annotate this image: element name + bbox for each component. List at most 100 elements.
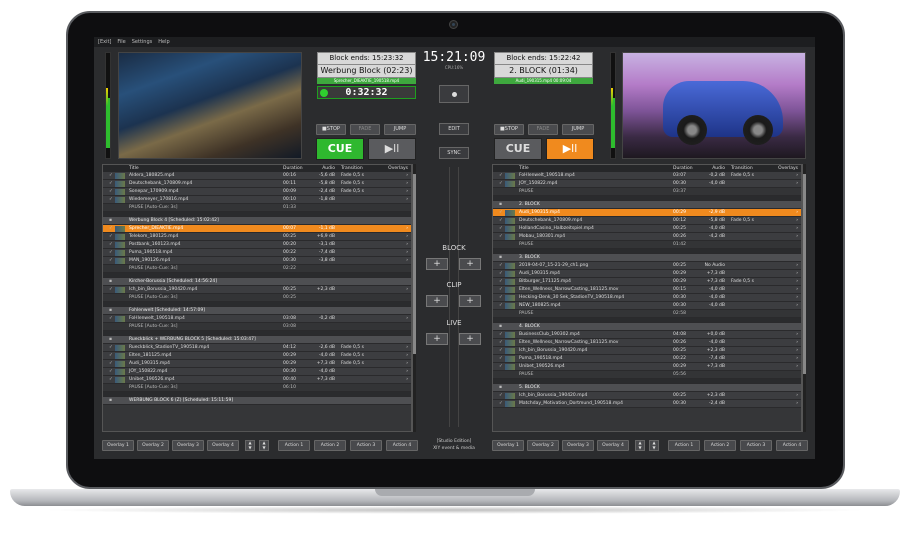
- right-action-2-button[interactable]: Action 2: [704, 440, 736, 451]
- row-overlays[interactable]: [765, 310, 801, 317]
- row-status-icon[interactable]: [103, 204, 127, 211]
- row-overlays[interactable]: [375, 323, 411, 330]
- left-overlay-4-button[interactable]: Overlay 4: [207, 440, 239, 451]
- playlist-pause-row[interactable]: PAUSE [Auto-Cue: 3s] 02:22: [103, 265, 411, 273]
- row-overlays[interactable]: ›: [375, 352, 411, 359]
- row-overlays[interactable]: ›: [375, 225, 411, 232]
- row-status-icon[interactable]: [493, 188, 517, 195]
- right-play-pause-button[interactable]: ▶ll: [546, 138, 594, 160]
- row-status-icon[interactable]: ✓: [493, 278, 517, 285]
- row-status-icon[interactable]: ✓: [493, 225, 517, 232]
- playlist-row[interactable]: ✓ Sprecher_DIEAKTIE.mp4 00:07 -1,1 dB ›: [103, 225, 411, 233]
- right-playlist-scrollbar[interactable]: [802, 164, 806, 432]
- live-add-left-button[interactable]: +: [426, 333, 448, 345]
- row-overlays[interactable]: ›: [375, 360, 411, 367]
- row-overlays[interactable]: ›: [375, 241, 411, 248]
- left-action-2-button[interactable]: Action 2: [314, 440, 346, 451]
- row-status-icon[interactable]: ✓: [103, 196, 127, 203]
- playlist-pause-row[interactable]: PAUSE [Auto-Cue: 3s] 01:33: [103, 204, 411, 212]
- playlist-pause-row[interactable]: PAUSE 05:56: [493, 371, 801, 379]
- row-status-icon[interactable]: ✓: [493, 172, 517, 179]
- row-overlays[interactable]: ›: [375, 196, 411, 203]
- row-overlays[interactable]: ›: [765, 225, 801, 232]
- right-overlay-3-button[interactable]: Overlay 3: [562, 440, 594, 451]
- row-status-icon[interactable]: ✓: [493, 339, 517, 346]
- row-overlays[interactable]: ›: [765, 262, 801, 269]
- playlist-row[interactable]: ✓ Wiedemeyer_170816.mp4 00:10 -1,8 dB ›: [103, 196, 411, 204]
- playlist-group-header[interactable]: ▪ Fohlenwelt [Scheduled: 14:57:09]: [103, 307, 411, 315]
- sync-button[interactable]: SYNC: [439, 147, 469, 159]
- playlist-row[interactable]: ✓ FoHlenwelt_190518.mp4 03:07 -0,2 dB Fade 0…: [493, 172, 801, 180]
- row-status-icon[interactable]: [493, 310, 517, 317]
- row-status-icon[interactable]: ✓: [103, 188, 127, 195]
- col-overlays[interactable]: Overlays: [765, 165, 801, 172]
- left-overlay-2-button[interactable]: Overlay 2: [137, 440, 169, 451]
- playlist-group-header[interactable]: ▪ 4. BLOCK: [493, 323, 801, 331]
- row-overlays[interactable]: ›: [375, 257, 411, 264]
- row-status-icon[interactable]: ✓: [103, 172, 127, 179]
- col-audio[interactable]: Audio: [699, 165, 725, 172]
- playlist-row[interactable]: ✓ Telekom_180125.mp4 00:25 +6,9 dB ›: [103, 233, 411, 241]
- row-status-icon[interactable]: ✓: [493, 217, 517, 224]
- right-overlay-4-button[interactable]: Overlay 4: [597, 440, 629, 451]
- row-overlays[interactable]: ›: [765, 392, 801, 399]
- row-status-icon[interactable]: ✓: [103, 249, 127, 256]
- row-status-icon[interactable]: ✓: [493, 347, 517, 354]
- row-overlays[interactable]: ›: [375, 249, 411, 256]
- playlist-row[interactable]: ✓ Rueckblick_StadionTV_190518.mp4 04:12 -2,…: [103, 344, 411, 352]
- left-overlay-3-button[interactable]: Overlay 3: [172, 440, 204, 451]
- live-add-right-button[interactable]: +: [459, 333, 481, 345]
- row-status-icon[interactable]: ✓: [103, 180, 127, 187]
- right-nav-arrows-1[interactable]: ▲ ▼: [635, 440, 645, 451]
- playlist-row[interactable]: ✓ Elten_181125.mp4 00:29 -4,0 dB Fade 0,5 s ›: [103, 352, 411, 360]
- row-status-icon[interactable]: ✓: [103, 241, 127, 248]
- row-status-icon[interactable]: ✓: [103, 233, 127, 240]
- playlist-row[interactable]: ✓ MAN_190126.mp4 00:30 -3,8 dB ›: [103, 257, 411, 265]
- playlist-row[interactable]: ✓ JOY_150822.mp4 00:30 -4,0 dB ›: [103, 368, 411, 376]
- row-status-icon[interactable]: ✓: [103, 352, 127, 359]
- row-status-icon[interactable]: ✓: [493, 294, 517, 301]
- playlist-row[interactable]: ✓ Puma_190518.mp4 00:22 -7,4 dB ›: [493, 355, 801, 363]
- row-overlays[interactable]: ›: [375, 180, 411, 187]
- playlist-group-header[interactable]: ▪ 2. BLOCK: [493, 201, 801, 209]
- block-add-right-button[interactable]: +: [459, 258, 481, 270]
- row-overlays[interactable]: ›: [765, 294, 801, 301]
- row-overlays[interactable]: ›: [765, 331, 801, 338]
- playlist-pause-row[interactable]: PAUSE 01:42: [493, 241, 801, 249]
- row-overlays[interactable]: ›: [765, 233, 801, 240]
- row-overlays[interactable]: ›: [375, 368, 411, 375]
- col-duration[interactable]: Duration: [277, 165, 309, 172]
- clip-add-right-button[interactable]: +: [459, 295, 481, 307]
- col-overlays[interactable]: Overlays: [375, 165, 411, 172]
- row-overlays[interactable]: ›: [765, 339, 801, 346]
- left-playlist-scrollbar[interactable]: [412, 164, 416, 432]
- block-add-left-button[interactable]: +: [426, 258, 448, 270]
- playlist-row[interactable]: ✓ Bitburger_171125.mp4 00:29 +7,3 dB Fade 0,…: [493, 278, 801, 286]
- row-status-icon[interactable]: [103, 384, 127, 391]
- row-overlays[interactable]: ›: [765, 355, 801, 362]
- playlist-pause-row[interactable]: PAUSE [Auto-Cue: 3s] 06:10: [103, 384, 411, 392]
- row-overlays[interactable]: [765, 371, 801, 378]
- row-status-icon[interactable]: ✓: [493, 400, 517, 407]
- left-nav-arrows-1[interactable]: ▲ ▼: [245, 440, 255, 451]
- playlist-row[interactable]: ✓ Unibet_190526.mp4 00:29 +7,3 dB ›: [493, 363, 801, 371]
- left-nav-arrows-2[interactable]: ▲ ▼: [259, 440, 269, 451]
- row-status-icon[interactable]: ✓: [103, 225, 127, 232]
- left-stop-button[interactable]: ■STOP: [316, 124, 346, 135]
- playlist-row[interactable]: ✓ 2019-04-07_15-21-29_ch1.png 00:25 No Audi…: [493, 262, 801, 270]
- playlist-row[interactable]: ✓ Audi_190315.mp4 00:29 +7,3 dB ›: [493, 270, 801, 278]
- row-status-icon[interactable]: [103, 323, 127, 330]
- playlist-group-header[interactable]: ▪ WERBUNG BLOCK 6 (Z) [Scheduled: 15:11:5…: [103, 397, 411, 405]
- row-status-icon[interactable]: ✓: [493, 302, 517, 309]
- row-overlays[interactable]: [375, 294, 411, 301]
- right-jump-button[interactable]: JUMP: [562, 124, 594, 135]
- row-status-icon[interactable]: [493, 371, 517, 378]
- playlist-group-header[interactable]: ▪ Kircher-Borussia [Scheduled: 14:56:24]: [103, 278, 411, 286]
- left-play-pause-button[interactable]: ▶ll: [368, 138, 416, 160]
- left-action-3-button[interactable]: Action 3: [350, 440, 382, 451]
- col-title[interactable]: Title: [517, 165, 667, 172]
- row-status-icon[interactable]: ✓: [493, 180, 517, 187]
- playlist-row[interactable]: ✓ Ich_bin_Borussia_190420.mp4 00:25 +2,3 dB…: [493, 347, 801, 355]
- right-overlay-1-button[interactable]: Overlay 1: [492, 440, 524, 451]
- row-status-icon[interactable]: [103, 265, 127, 272]
